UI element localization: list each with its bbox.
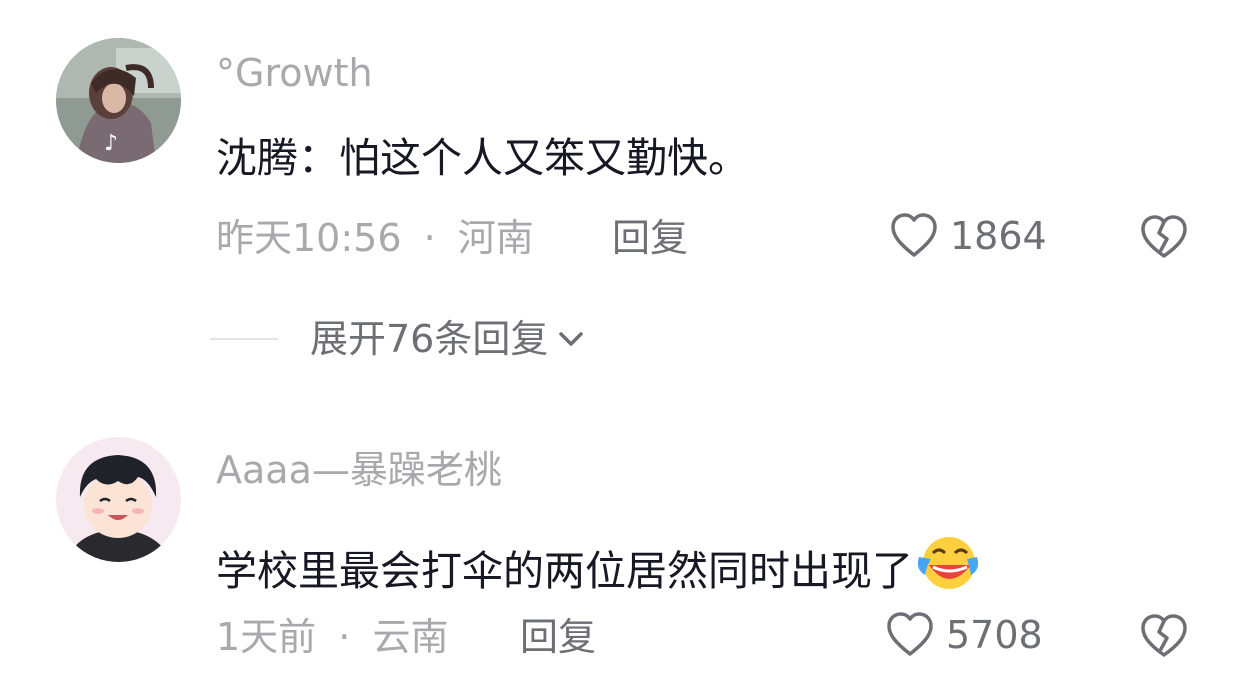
comment-location: 云南 [372,615,449,659]
broken-heart-icon [1141,614,1187,657]
comment-text-content: 学校里最会打伞的两位居然同时出现了 [216,547,913,595]
reply-button[interactable]: 回复 [520,618,596,656]
like-count: 5708 [946,613,1043,657]
heart-outline-icon [887,612,933,656]
comment-text: 学校里最会打伞的两位居然同时出现了 [216,535,979,598]
meta-separator: · [338,615,351,659]
comment-username[interactable]: Aaaa—暴躁老桃 [216,451,502,489]
avatar[interactable] [56,437,181,562]
laughing-crying-emoji [915,535,979,598]
comment-time: 1天前 [216,615,317,659]
like-button[interactable]: 5708 [884,609,1043,661]
dislike-button[interactable] [1138,611,1190,665]
comment-meta: 1天前 · 云南 [216,618,448,656]
avatar-image [56,437,181,562]
comment-item: Aaaa—暴躁老桃 学校里最会打伞的两位居然同时出现了 1天前 · 云南 回复 … [0,0,1260,692]
